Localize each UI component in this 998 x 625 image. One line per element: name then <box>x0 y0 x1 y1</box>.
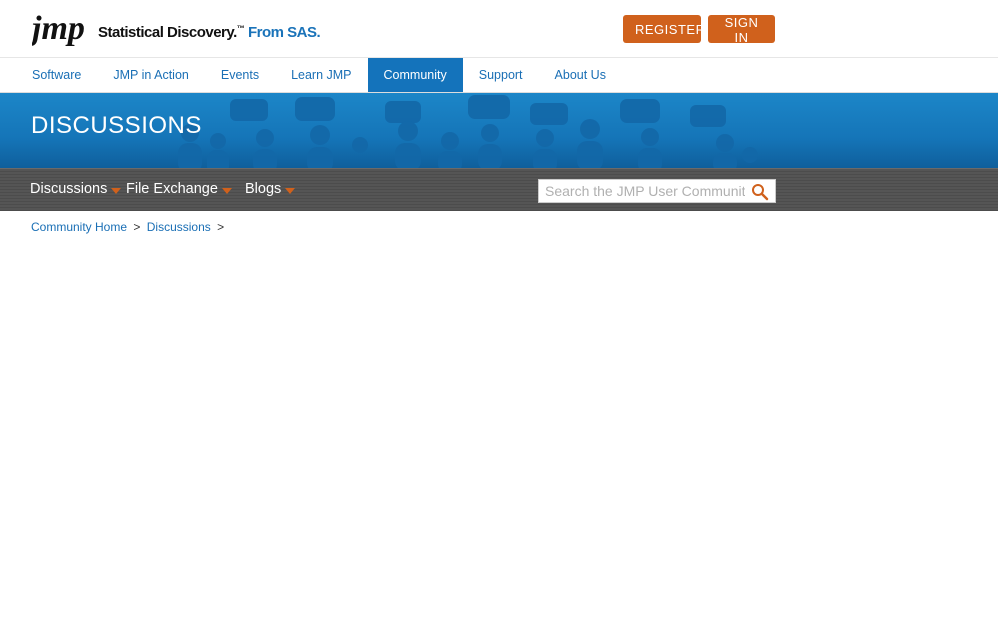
nav-learn-jmp[interactable]: Learn JMP <box>275 58 367 92</box>
breadcrumb: Community Home > Discussions > <box>31 220 227 234</box>
subnav-blogs[interactable]: Blogs <box>245 181 296 197</box>
search-input[interactable] <box>539 180 751 202</box>
auth-buttons: REGISTER SIGN IN <box>623 15 775 45</box>
search-box <box>538 179 776 203</box>
nav-support[interactable]: Support <box>463 58 539 92</box>
subnav-file-exchange-label: File Exchange <box>126 181 218 197</box>
nav-jmp-in-action[interactable]: JMP in Action <box>97 58 205 92</box>
sign-in-button[interactable]: SIGN IN <box>708 15 775 45</box>
logo-text: jmp <box>32 12 85 46</box>
tagline-brand: From SAS. <box>244 24 321 41</box>
discussions-banner: DISCUSSIONS <box>0 93 998 168</box>
breadcrumb-discussions[interactable]: Discussions <box>147 220 211 234</box>
breadcrumb-separator: > <box>217 220 225 234</box>
top-header: jmp Statistical Discovery.™ From SAS. RE… <box>0 0 998 58</box>
tagline: Statistical Discovery.™ From SAS. <box>98 24 321 41</box>
register-button[interactable]: REGISTER <box>623 15 705 43</box>
breadcrumb-separator: > <box>133 220 141 234</box>
subnav-discussions-label: Discussions <box>30 181 108 197</box>
subnav-file-exchange[interactable]: File Exchange <box>126 181 232 197</box>
chevron-down-icon <box>221 187 232 194</box>
subnav-blogs-label: Blogs <box>245 181 282 197</box>
tagline-text: Statistical Discovery. <box>98 24 237 41</box>
subnav-discussions[interactable]: Discussions <box>30 181 122 197</box>
chevron-down-icon <box>111 187 122 194</box>
community-subnav: Discussions File Exchange Blogs <box>0 168 998 211</box>
breadcrumb-community-home[interactable]: Community Home <box>31 220 127 234</box>
nav-events[interactable]: Events <box>205 58 275 92</box>
jmp-logo-mark: jmp <box>32 12 85 46</box>
chevron-down-icon <box>285 187 296 194</box>
search-icon[interactable] <box>751 183 769 201</box>
jmp-logo[interactable]: jmp Statistical Discovery.™ From SAS. <box>32 12 321 46</box>
page-title: DISCUSSIONS <box>31 112 202 139</box>
nav-software[interactable]: Software <box>16 58 97 92</box>
main-nav: Software JMP in Action Events Learn JMP … <box>0 58 998 93</box>
nav-community[interactable]: Community <box>367 58 463 92</box>
community-silhouettes-graphic <box>178 95 758 168</box>
nav-about-us[interactable]: About Us <box>539 58 622 92</box>
